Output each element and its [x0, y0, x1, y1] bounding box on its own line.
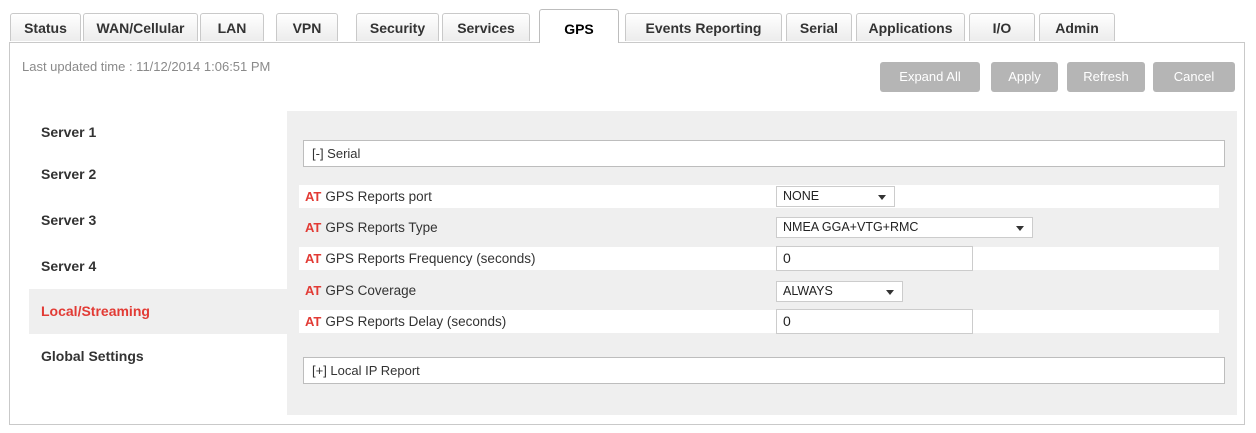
gps-reports-frequency-label: AT GPS Reports Frequency (seconds): [305, 251, 536, 266]
tab-status[interactable]: Status: [10, 13, 81, 41]
tab-serial[interactable]: Serial: [786, 13, 852, 41]
tab-wan-cellular[interactable]: WAN/Cellular: [83, 13, 198, 41]
gps-reports-delay-row: AT GPS Reports Delay (seconds): [299, 310, 1219, 333]
gps-reports-frequency-row: AT GPS Reports Frequency (seconds): [299, 247, 1219, 270]
tab-vpn[interactable]: VPN: [276, 13, 338, 41]
sidebar-item-server-3[interactable]: Server 3: [29, 198, 287, 243]
sidebar-item-server-2[interactable]: Server 2: [29, 152, 287, 197]
apply-button[interactable]: Apply: [991, 62, 1058, 92]
local-ip-report-section-header[interactable]: [+] Local IP Report: [303, 357, 1225, 384]
gps-reports-port-row: AT GPS Reports port: [299, 185, 1219, 208]
gps-reports-frequency-input[interactable]: 0: [776, 246, 973, 271]
tab-services[interactable]: Services: [442, 13, 530, 41]
sidebar-item-server-1[interactable]: Server 1: [29, 110, 287, 155]
tab-applications[interactable]: Applications: [856, 13, 965, 41]
expand-all-button[interactable]: Expand All: [880, 62, 980, 92]
gps-reports-type-select[interactable]: NMEA GGA+VTG+RMC: [776, 217, 1033, 238]
at-marker: AT: [305, 314, 322, 329]
gps-reports-type-row: AT GPS Reports Type: [299, 216, 1219, 239]
refresh-button[interactable]: Refresh: [1067, 62, 1145, 92]
tab-io[interactable]: I/O: [969, 13, 1035, 41]
gps-reports-type-label: AT GPS Reports Type: [305, 220, 438, 235]
gps-reports-port-label: AT GPS Reports port: [305, 189, 432, 204]
tab-events-reporting[interactable]: Events Reporting: [625, 13, 782, 41]
chevron-down-icon: [878, 195, 886, 200]
last-updated-text: Last updated time : 11/12/2014 1:06:51 P…: [22, 59, 271, 74]
gps-reports-port-select[interactable]: NONE: [776, 186, 895, 207]
at-marker: AT: [305, 283, 322, 298]
sidebar-item-server-4[interactable]: Server 4: [29, 244, 287, 289]
cancel-button[interactable]: Cancel: [1153, 62, 1235, 92]
tab-bar: Status WAN/Cellular LAN VPN Security Ser…: [10, 9, 1244, 43]
chevron-down-icon: [1016, 226, 1024, 231]
tab-admin[interactable]: Admin: [1039, 13, 1115, 41]
gps-reports-delay-label: AT GPS Reports Delay (seconds): [305, 314, 507, 329]
tab-lan[interactable]: LAN: [200, 13, 264, 41]
at-marker: AT: [305, 251, 322, 266]
sidebar-item-global-settings[interactable]: Global Settings: [29, 334, 287, 379]
tab-gps[interactable]: GPS: [539, 9, 619, 43]
sidebar-item-local-streaming[interactable]: Local/Streaming: [29, 289, 287, 334]
chevron-down-icon: [886, 290, 894, 295]
gps-coverage-label: AT GPS Coverage: [305, 283, 417, 298]
at-marker: AT: [305, 189, 322, 204]
gps-coverage-row: AT GPS Coverage: [299, 279, 1219, 302]
gps-reports-delay-input[interactable]: 0: [776, 309, 973, 334]
tab-security[interactable]: Security: [356, 13, 439, 41]
at-marker: AT: [305, 220, 322, 235]
gps-coverage-select[interactable]: ALWAYS: [776, 281, 903, 302]
serial-section-header[interactable]: [-] Serial: [303, 140, 1225, 167]
